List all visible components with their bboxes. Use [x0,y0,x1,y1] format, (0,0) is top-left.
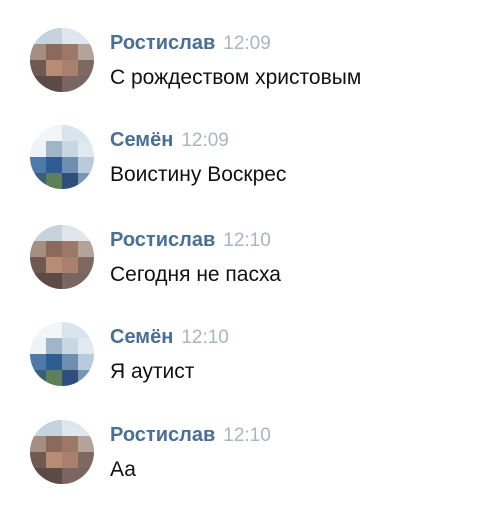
message: Семён 12:09 Воистину Воскрес [30,125,470,199]
author-name[interactable]: Семён [110,129,173,151]
avatar-rostislav[interactable] [30,420,94,484]
author-name[interactable]: Ростислав [110,424,215,446]
author-name[interactable]: Ростислав [110,229,215,251]
message: Ростислав 12:10 Сегодня не пасха [30,225,470,299]
chat-history: Ростислав 12:09 С рождеством христовым С… [0,0,481,520]
message-text: Я аутист [110,360,195,383]
message-text: Сегодня не пасха [110,263,281,286]
message-time: 12:10 [223,425,271,446]
message: Ростислав 12:10 Аа [30,420,470,494]
avatar-rostislav[interactable] [30,28,94,92]
avatar-semyon[interactable] [30,125,94,189]
author-name[interactable]: Семён [110,326,173,348]
message-time: 12:09 [223,33,271,54]
avatar-semyon[interactable] [30,322,94,386]
message-time: 12:10 [223,230,271,251]
message: Семён 12:10 Я аутист [30,322,470,396]
message-time: 12:09 [181,130,229,151]
message: Ростислав 12:09 С рождеством христовым [30,28,470,102]
message-text: Воистину Воскрес [110,163,287,186]
avatar-rostislav[interactable] [30,225,94,289]
message-time: 12:10 [181,327,229,348]
message-text: Аа [110,458,136,481]
message-text: С рождеством христовым [110,66,362,89]
author-name[interactable]: Ростислав [110,32,215,54]
